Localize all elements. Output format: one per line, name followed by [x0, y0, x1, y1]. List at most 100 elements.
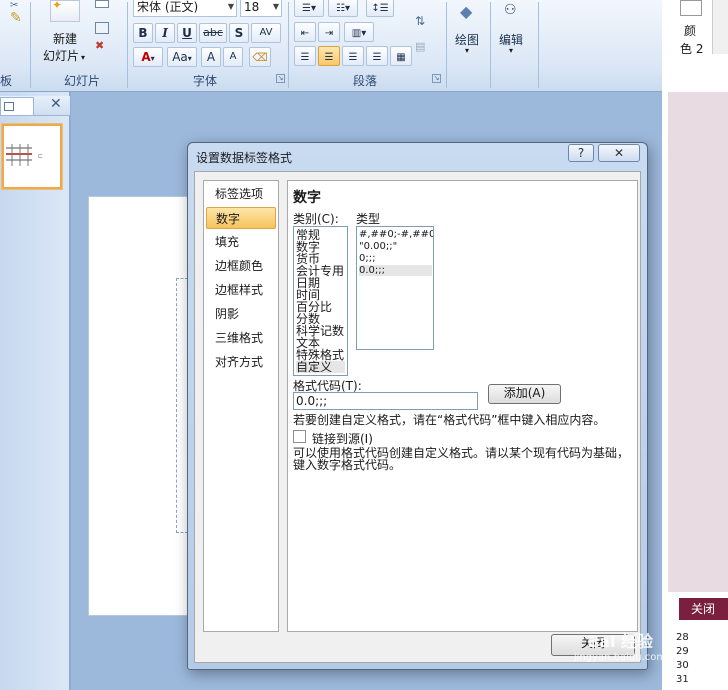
- hint-text: 若要创建自定义格式，请在“格式代码”框中键入相应内容。: [293, 413, 606, 427]
- shapes-icon: ◆: [460, 2, 473, 21]
- cut-icon[interactable]: ✂: [10, 0, 24, 11]
- nav-item-shadow[interactable]: 阴影: [206, 303, 276, 325]
- new-slide-star-icon: ✦: [52, 0, 63, 12]
- slides-tab-icon: [4, 102, 14, 111]
- layout-icon[interactable]: [95, 0, 109, 8]
- grow-font-button[interactable]: A: [201, 47, 221, 67]
- slides-tab[interactable]: [0, 97, 34, 115]
- chevron-down-icon: ▾: [81, 53, 86, 62]
- close-icon[interactable]: ✕: [598, 144, 640, 162]
- category-listbox[interactable]: 常规 数字 货币 会计专用 日期 时间 百分比 分数 科学记数 文本 特殊格式 …: [293, 226, 348, 376]
- drawing-button[interactable]: ◆ 绘图 ▾: [452, 0, 486, 64]
- new-slide-button-label[interactable]: 新建: [53, 30, 77, 47]
- nav-item-label-options[interactable]: 标签选项: [206, 183, 276, 205]
- list-item[interactable]: "0.00;;": [359, 241, 397, 252]
- nav-item-alignment[interactable]: 对齐方式: [206, 351, 276, 373]
- numbering-icon: ☷▾: [336, 3, 350, 14]
- list-item[interactable]: 0;;;: [359, 253, 375, 264]
- thumbnail-chart-icon: ⊏: [6, 144, 43, 166]
- description-line-2: 键入数字格式代码。: [293, 458, 402, 472]
- decrease-indent-button[interactable]: ⇤: [294, 22, 316, 42]
- ribbon-separator: [490, 2, 491, 88]
- font-color-button[interactable]: A▾: [133, 47, 163, 67]
- svg-text:⊏: ⊏: [38, 153, 43, 160]
- format-code-input[interactable]: 0.0;;;: [293, 392, 478, 410]
- bold-button[interactable]: B: [133, 23, 153, 43]
- font-dialog-launcher-icon[interactable]: ↘: [276, 74, 285, 83]
- editing-button[interactable]: ⚇ 编辑 ▾: [496, 0, 530, 64]
- char-spacing-button[interactable]: AV: [251, 23, 281, 43]
- slide-thumbnail[interactable]: ⊏: [2, 124, 62, 189]
- type-listbox[interactable]: #,##0;-#,##0 "0.00;;" 0;;; 0.0;;;: [356, 226, 434, 350]
- ribbon-separator: [127, 2, 128, 88]
- nav-item-3d-format[interactable]: 三维格式: [206, 327, 276, 349]
- distribute-button[interactable]: ▦: [390, 46, 412, 66]
- chevron-down-icon: ▾: [150, 54, 155, 63]
- dialog-body: 标签选项 数字 填充 边框颜色 边框样式 阴影 三维格式 对齐方式 数字 类别(…: [194, 171, 641, 663]
- type-label: 类型: [356, 212, 381, 226]
- row-number: 31: [676, 674, 689, 685]
- paragraph-dialog-launcher-icon[interactable]: ↘: [432, 74, 441, 83]
- link-to-source-checkbox[interactable]: [293, 430, 306, 443]
- increase-indent-button[interactable]: ⇥: [318, 22, 340, 42]
- bullets-button[interactable]: ☰▾: [294, 0, 324, 17]
- outline-tab[interactable]: [34, 97, 48, 115]
- chevron-down-icon: ▾: [187, 54, 192, 63]
- font-name-combo[interactable]: 宋体 (正文) ▼: [133, 0, 237, 17]
- justify-button[interactable]: ☰: [366, 46, 388, 66]
- columns-button[interactable]: ▥▾: [344, 22, 374, 42]
- font-name-value: 宋体 (正文): [137, 0, 199, 14]
- change-case-label: Aa: [172, 50, 188, 64]
- nav-item-fill[interactable]: 填充: [206, 231, 276, 253]
- chevron-down-icon: ▾: [509, 46, 514, 55]
- columns-icon: ▥▾: [351, 28, 367, 39]
- strikethrough-button[interactable]: abc: [199, 23, 227, 43]
- font-size-value: 18: [244, 0, 260, 14]
- format-painter-icon[interactable]: ✎: [10, 10, 26, 26]
- help-button[interactable]: ?: [568, 144, 594, 162]
- ribbon-separator: [446, 2, 447, 88]
- watermark-line-1: Bai 经验: [586, 632, 654, 651]
- color-swatch[interactable]: [680, 0, 702, 16]
- binoculars-icon: ⚇: [504, 2, 517, 18]
- category-label: 类别(C):: [293, 212, 339, 226]
- clear-format-button[interactable]: ⌫: [249, 47, 271, 67]
- scrollbar[interactable]: [712, 0, 728, 54]
- nav-item-border-color[interactable]: 边框颜色: [206, 255, 276, 277]
- align-left-button[interactable]: ☰: [294, 46, 316, 66]
- add-button[interactable]: 添加(A): [488, 384, 561, 404]
- shadow-button[interactable]: S: [229, 23, 249, 43]
- eraser-icon: ⌫: [252, 51, 268, 64]
- color-label-2: 色 2: [680, 42, 704, 56]
- list-item[interactable]: #,##0;-#,##0: [359, 229, 433, 240]
- align-text-icon[interactable]: ▤: [415, 40, 433, 54]
- section-title: 数字: [293, 190, 321, 206]
- line-spacing-icon: ↕☰: [371, 3, 389, 14]
- font-group-label: 字体: [192, 74, 217, 88]
- nav-item-border-style[interactable]: 边框样式: [206, 279, 276, 301]
- delete-slide-icon[interactable]: ✖: [95, 40, 109, 52]
- reset-icon[interactable]: [95, 22, 109, 34]
- background-app-panel: [668, 92, 728, 592]
- nav-item-number[interactable]: 数字: [206, 207, 276, 229]
- align-center-button[interactable]: ☰: [318, 46, 340, 66]
- link-to-source-label[interactable]: 链接到源(I): [312, 430, 373, 447]
- numbering-button[interactable]: ☷▾: [328, 0, 358, 17]
- distribute-icon: ▦: [396, 52, 406, 63]
- change-case-button[interactable]: Aa▾: [167, 47, 197, 67]
- align-right-button[interactable]: ☰: [342, 46, 364, 66]
- close-panel-icon[interactable]: ✕: [50, 96, 62, 112]
- shrink-font-button[interactable]: A: [223, 47, 243, 67]
- new-slide-icon[interactable]: ✦: [50, 0, 80, 22]
- italic-button[interactable]: I: [155, 23, 175, 43]
- underline-button[interactable]: U: [177, 23, 197, 43]
- font-size-combo[interactable]: 18 ▼: [240, 0, 282, 17]
- background-close-button[interactable]: 关闭(C: [679, 598, 728, 638]
- panel-tab-bar: ✕: [0, 96, 70, 116]
- text-direction-icon[interactable]: ⇅: [415, 14, 433, 30]
- ribbon-separator: [288, 2, 289, 88]
- list-item-selected[interactable]: 自定义: [296, 361, 345, 373]
- line-spacing-button[interactable]: ↕☰: [366, 0, 394, 17]
- new-slide-button-label-2[interactable]: 幻灯片 ▾: [43, 47, 85, 64]
- list-item-selected[interactable]: 0.0;;;: [359, 265, 432, 276]
